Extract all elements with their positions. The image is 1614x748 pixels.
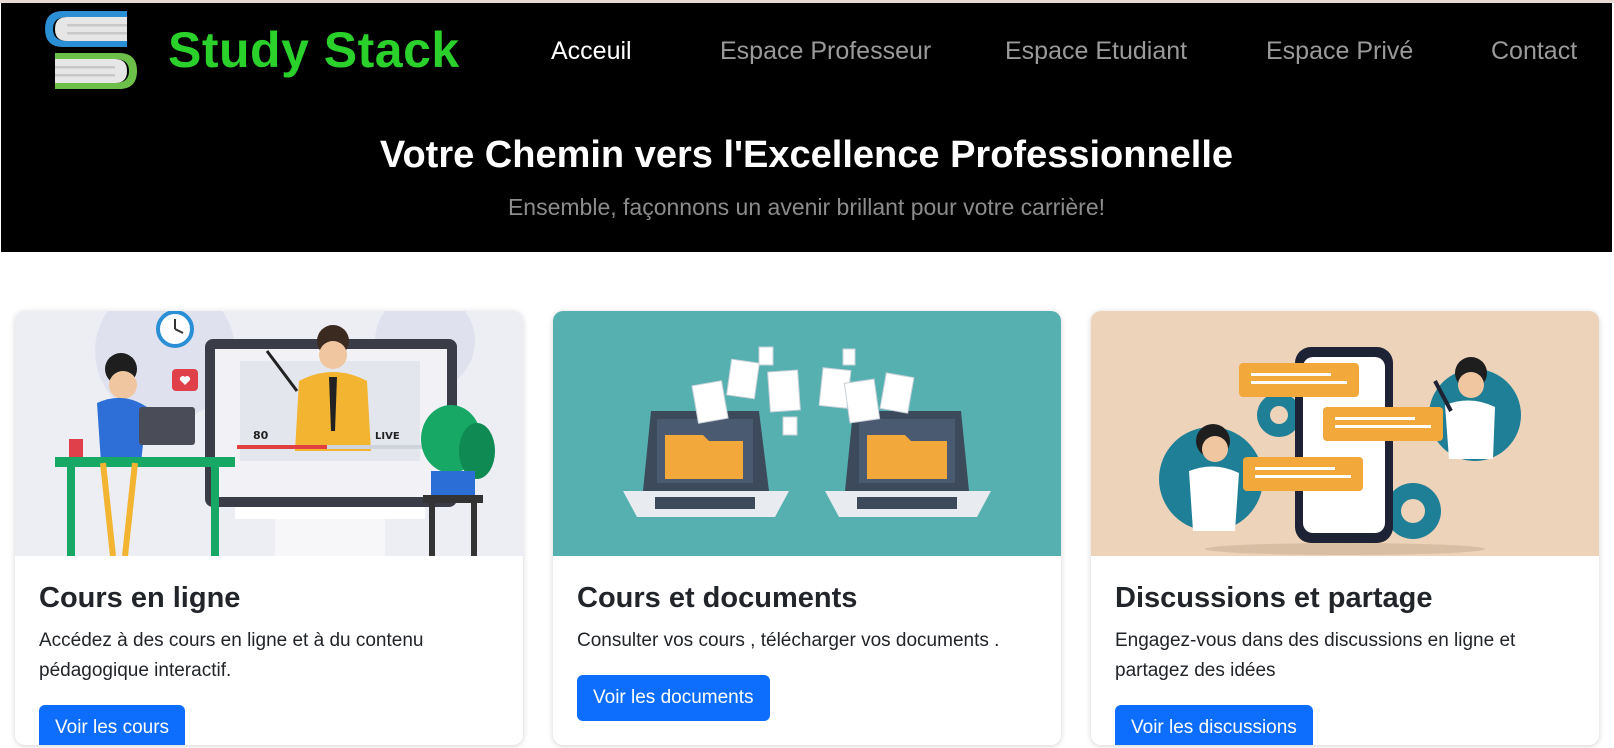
card-title: Cours et documents xyxy=(577,582,858,614)
chat-discussion-illustration xyxy=(1091,311,1599,556)
view-documents-button[interactable]: Voir les documents xyxy=(577,675,770,721)
books-logo-icon[interactable] xyxy=(41,7,141,95)
card-online-courses: 80 LIVE Cours en ligne Accédez à des cou… xyxy=(15,311,523,745)
svg-text:LIVE: LIVE xyxy=(375,431,400,442)
online-course-illustration: 80 LIVE xyxy=(15,311,523,556)
card-discussions: Discussions et partage Engagez-vous dans… xyxy=(1091,311,1599,745)
hero-subtitle: Ensemble, façonnons un avenir brillant p… xyxy=(507,194,1106,220)
nav-contact[interactable]: Contact xyxy=(1491,37,1577,66)
card-title: Cours en ligne xyxy=(39,582,241,614)
nav-espace-prive[interactable]: Espace Privé xyxy=(1266,37,1413,66)
file-transfer-illustration xyxy=(553,311,1061,556)
card-courses-documents: Cours et documents Consulter vos cours ,… xyxy=(553,311,1061,745)
view-courses-button[interactable]: Voir les cours xyxy=(39,705,186,745)
nav-espace-etudiant[interactable]: Espace Etudiant xyxy=(1005,37,1187,66)
card-text: Consulter vos cours , télécharger vos do… xyxy=(577,630,1000,651)
nav-acceuil[interactable]: Acceuil xyxy=(551,37,632,66)
nav-espace-professeur[interactable]: Espace Professeur xyxy=(720,37,931,66)
card-text: Accédez à des cours en ligne et à du con… xyxy=(39,630,424,681)
view-discussions-button[interactable]: Voir les discussions xyxy=(1115,705,1313,745)
card-text: Engagez-vous dans des discussions en lig… xyxy=(1115,630,1516,681)
site-header: Study Stack Acceuil Espace Professeur Es… xyxy=(1,3,1612,252)
brand-name[interactable]: Study Stack xyxy=(168,21,460,79)
hero-title: Votre Chemin vers l'Excellence Professio… xyxy=(379,134,1234,176)
svg-text:80: 80 xyxy=(253,429,269,442)
card-title: Discussions et partage xyxy=(1115,582,1433,614)
